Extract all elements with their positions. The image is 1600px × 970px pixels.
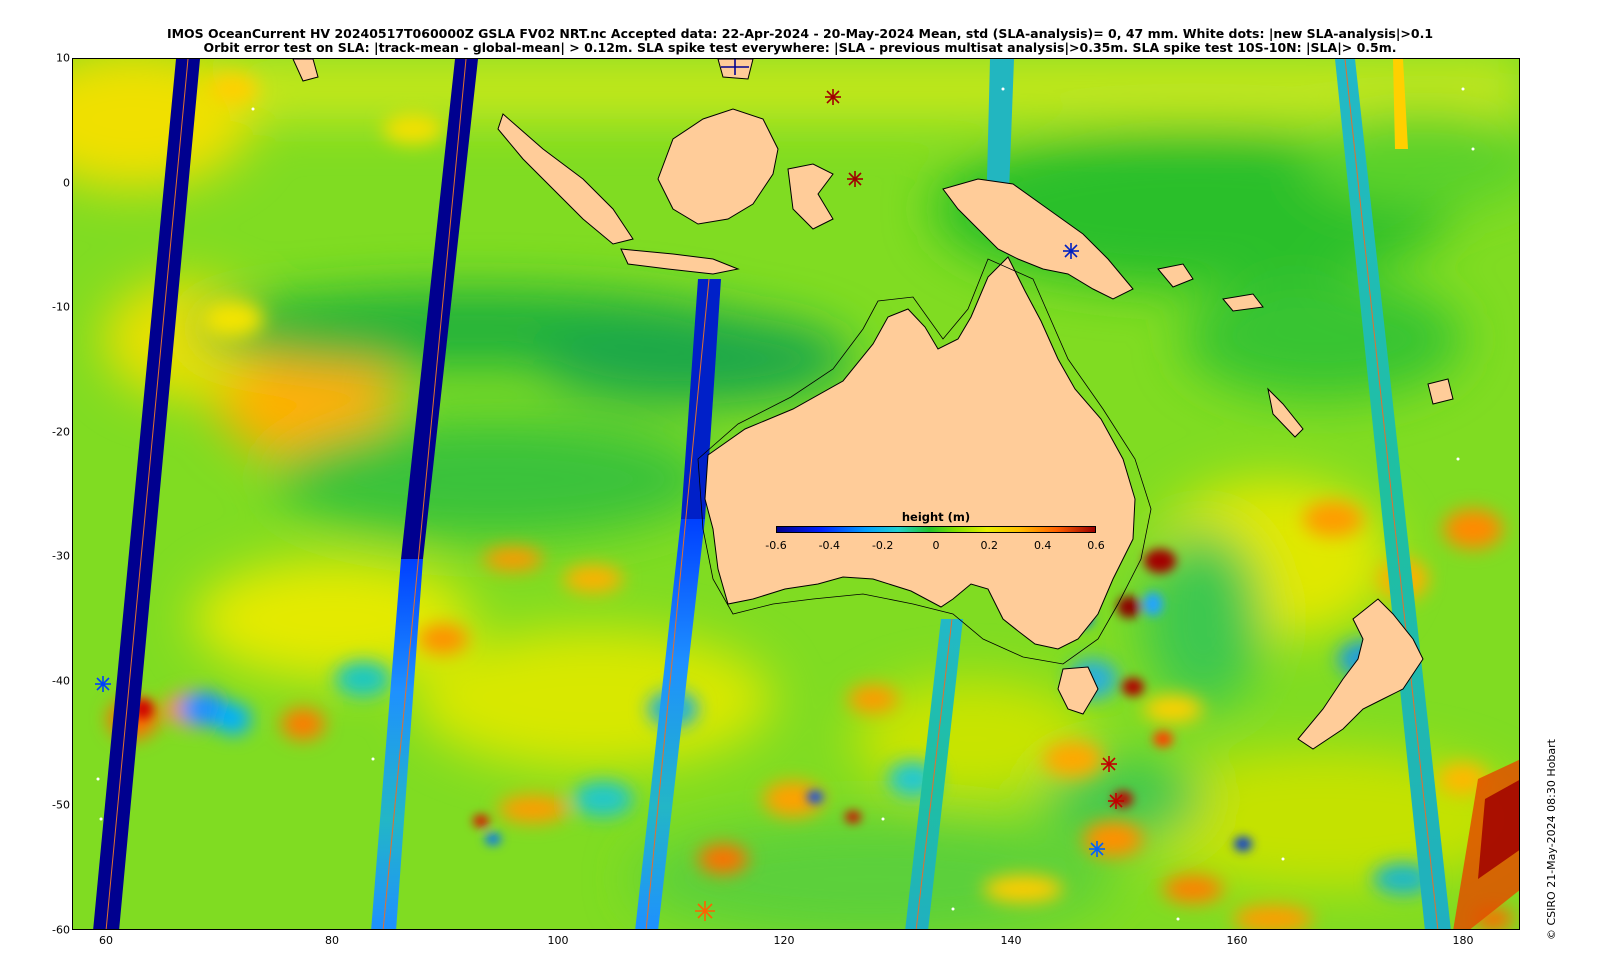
- y-tick-label: -20: [52, 425, 70, 439]
- colorbar-tick: 0: [932, 539, 940, 552]
- y-tick-label: -10: [52, 300, 70, 314]
- x-tick-label: 140: [1000, 934, 1022, 947]
- marker-star: [1063, 243, 1079, 259]
- x-tick-label: 80: [325, 934, 339, 947]
- island-land: [1427, 378, 1454, 405]
- y-tick-label: -30: [52, 549, 70, 563]
- credit-label: © CSIRO 21-May-2024 08:30 Hobart: [1545, 739, 1558, 940]
- marker-star: [847, 171, 863, 187]
- colorbar-tick: 0.2: [980, 539, 999, 552]
- marker-star: [825, 89, 841, 105]
- x-tick-label: 120: [773, 934, 795, 947]
- marker-star: [1108, 793, 1124, 809]
- y-tick-label: 10: [56, 51, 70, 65]
- colorbar-tick: -0.6: [765, 539, 787, 552]
- marker-star: [1101, 756, 1117, 772]
- colorbar-tick: -0.4: [818, 539, 841, 552]
- x-tick-label: 160: [1226, 934, 1248, 947]
- marker-star: [695, 901, 715, 921]
- x-tick-label: 60: [99, 934, 113, 947]
- y-tick-label: -40: [52, 674, 70, 688]
- y-tick-label: -50: [52, 798, 70, 812]
- colorbar-tick: 0.4: [1033, 539, 1052, 552]
- y-tick-label: 0: [63, 176, 70, 190]
- colorbar-gradient: [776, 526, 1096, 533]
- y-tick-label: -60: [52, 923, 70, 937]
- map-title-line1: IMOS OceanCurrent HV 20240517T060000Z GS…: [166, 26, 1434, 41]
- map-title-line2: Orbit error test on SLA: |track-mean - g…: [203, 40, 1397, 55]
- sla-map: [72, 58, 1520, 930]
- colorbar: height (m) -0.6 -0.4 -0.2 0 0.2 0.4 0.6: [765, 510, 1104, 560]
- colorbar-tick: -0.2: [871, 539, 894, 552]
- x-tick-label: 100: [547, 934, 569, 947]
- colorbar-title: height (m): [901, 510, 971, 524]
- x-tick-label: 180: [1452, 934, 1474, 947]
- sla-map-canvas: [73, 59, 1519, 929]
- colorbar-tick: 0.6: [1087, 539, 1105, 552]
- marker-star: [95, 676, 111, 692]
- marker-star: [1089, 841, 1105, 857]
